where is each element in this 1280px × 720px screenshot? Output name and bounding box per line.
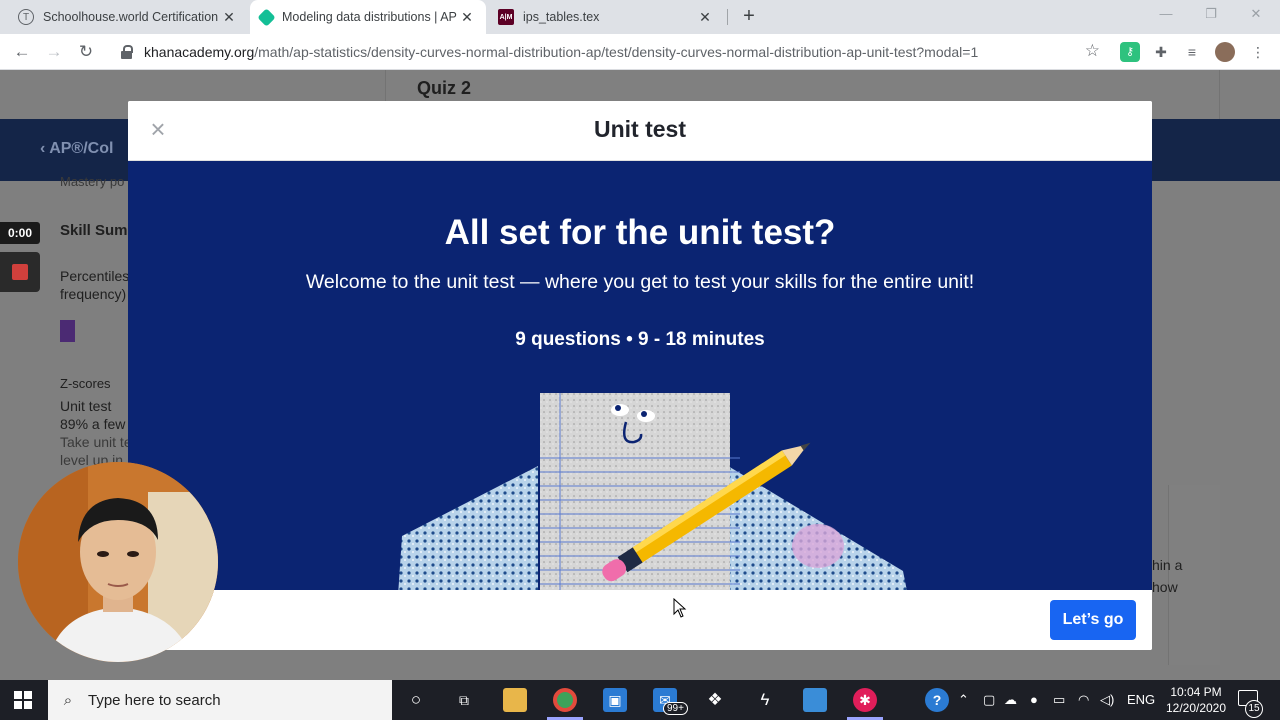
chrome-icon[interactable]: [553, 688, 577, 712]
take-unit-text: Take unit te: [60, 434, 132, 450]
task-view-icon[interactable]: ⧉: [452, 688, 476, 712]
tray-chevron-up-icon[interactable]: ⌃: [958, 692, 969, 708]
search-placeholder: Type here to search: [88, 691, 221, 709]
microsoft-store-icon[interactable]: ▣: [603, 688, 627, 712]
tab-title: Schoolhouse.world Certification S: [43, 10, 220, 24]
webcam-person-image: [18, 462, 218, 662]
cortana-icon[interactable]: ○: [404, 688, 428, 712]
zscores-text: Z-scores: [60, 376, 111, 391]
clock-time: 10:04 PM: [1170, 685, 1222, 699]
notification-count: 15: [1245, 700, 1263, 718]
dropbox-icon[interactable]: ❖: [703, 688, 727, 712]
system-clock[interactable]: 10:04 PM 12/20/2020: [1160, 684, 1232, 716]
language-indicator[interactable]: ENG: [1127, 692, 1155, 707]
right-fragment-2: how: [1152, 579, 1178, 595]
menu-kebab-icon[interactable]: ⋮: [1248, 42, 1268, 62]
tab-separator: [727, 9, 728, 25]
windows-start-icon[interactable]: [14, 691, 32, 709]
hero-subtitle: Welcome to the unit test — where you get…: [305, 271, 975, 293]
tab-strip: T Schoolhouse.world Certification S ✕ Mo…: [0, 0, 1280, 34]
file-explorer-icon[interactable]: [503, 688, 527, 712]
notebook-pencil-illustration: [398, 393, 907, 590]
wifi-icon[interactable]: ◠: [1078, 692, 1089, 708]
restore-icon[interactable]: ❐: [1200, 6, 1222, 22]
window-close-icon[interactable]: ✕: [1245, 6, 1267, 22]
modal-hero: All set for the unit test? Welcome to th…: [128, 161, 1152, 590]
taskbar-search-box[interactable]: ⌕ Type here to search: [48, 680, 392, 720]
browser-toolbar: ← → ↻ khanacademy.org/math/ap-statistics…: [0, 34, 1280, 70]
address-bar[interactable]: khanacademy.org/math/ap-statistics/densi…: [108, 37, 1106, 67]
lightning-app-icon[interactable]: ϟ: [753, 688, 777, 712]
tab-close-icon[interactable]: ✕: [220, 9, 238, 26]
bookmark-star-icon[interactable]: ☆: [1085, 41, 1100, 61]
lock-icon: [120, 45, 134, 59]
battery-icon[interactable]: ▭: [1053, 692, 1065, 708]
media-queue-icon[interactable]: ≡: [1182, 42, 1202, 62]
back-arrow-icon[interactable]: ←: [10, 40, 34, 64]
modal-footer: Let’s go: [128, 590, 1152, 650]
forward-arrow-icon[interactable]: →: [42, 40, 66, 64]
course-back-link[interactable]: ‹ AP®/Col: [40, 140, 113, 158]
recording-timer: 0:00: [0, 222, 40, 244]
right-fragment-1: hin a: [1152, 557, 1183, 573]
unit-test-modal: × Unit test All set for the unit test? W…: [128, 101, 1152, 650]
right-card: [1168, 485, 1220, 665]
minimize-icon[interactable]: —: [1155, 6, 1177, 21]
webcam-feed: [18, 462, 218, 662]
percentiles-text: Percentiles: [60, 268, 130, 284]
mouse-cursor-icon: [673, 598, 687, 618]
help-icon[interactable]: ?: [925, 688, 949, 712]
url-text: khanacademy.org/math/ap-statistics/densi…: [144, 44, 979, 60]
chevron-left-icon: ‹: [40, 140, 50, 157]
onedrive-cloud-icon[interactable]: ☁: [1004, 692, 1017, 708]
tab-close-icon[interactable]: ✕: [458, 9, 476, 26]
mastery-text: Mastery po: [60, 174, 125, 189]
mail-badge: 99+: [663, 702, 688, 715]
tab-title: Modeling data distributions | AP: [282, 10, 457, 24]
slack-icon[interactable]: ✱: [853, 688, 877, 712]
photos-app-icon[interactable]: [803, 688, 827, 712]
khan-academy-favicon-icon: [257, 7, 276, 27]
extensions-puzzle-icon[interactable]: ✚: [1151, 42, 1171, 62]
tray-meet-icon[interactable]: ▢: [983, 692, 995, 708]
record-stop-button[interactable]: [0, 252, 40, 292]
profile-avatar[interactable]: [1215, 42, 1235, 62]
unit-test-percent: 89% a few: [60, 416, 126, 432]
microphone-icon[interactable]: ●: [1030, 692, 1038, 707]
unit-test-label: Unit test: [60, 398, 112, 414]
tab-ips-tables[interactable]: A|M ips_tables.tex ✕: [488, 0, 724, 34]
lets-go-button[interactable]: Let’s go: [1050, 600, 1136, 640]
mastery-bar: [60, 320, 75, 342]
tab-khan-academy[interactable]: Modeling data distributions | AP ✕: [250, 0, 486, 34]
tamu-favicon-icon: A|M: [498, 9, 514, 25]
test-meta: 9 questions • 9 - 18 minutes: [515, 329, 765, 350]
frequency-text: frequency): [60, 286, 127, 302]
tab-schoolhouse[interactable]: T Schoolhouse.world Certification S ✕: [8, 0, 248, 34]
modal-title: Unit test: [594, 116, 686, 142]
schoolhouse-favicon-icon: T: [18, 9, 34, 25]
search-icon: ⌕: [63, 691, 73, 709]
tab-close-icon[interactable]: ✕: [696, 9, 714, 26]
extension-key-icon[interactable]: ⚷: [1120, 42, 1140, 62]
volume-icon[interactable]: ◁): [1100, 692, 1114, 708]
windows-taskbar: ⌕ Type here to search ○ ⧉ ▣ ✉ 99+ ❖ ϟ ✱ …: [0, 680, 1280, 720]
reload-icon[interactable]: ↻: [74, 40, 98, 64]
tab-title: ips_tables.tex: [523, 10, 600, 24]
clock-date: 12/20/2020: [1165, 701, 1227, 715]
modal-header: × Unit test: [128, 101, 1152, 161]
quiz-heading: Quiz 2: [417, 78, 472, 98]
new-tab-icon[interactable]: +: [738, 6, 760, 28]
hero-title: All set for the unit test?: [444, 213, 836, 252]
